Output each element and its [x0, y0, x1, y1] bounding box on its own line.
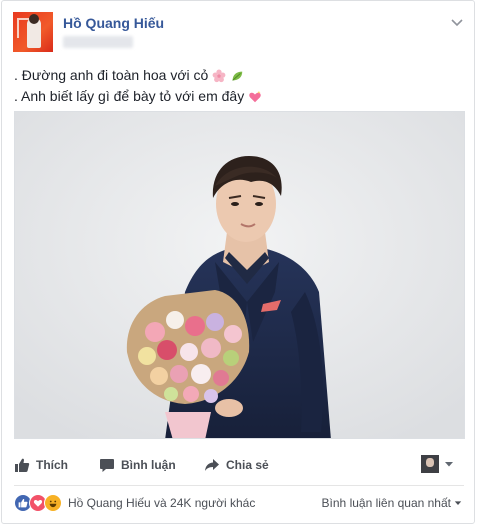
- post-actions: Thích Bình luận Chia sẻ: [14, 453, 466, 479]
- caret-down-icon: [454, 501, 462, 505]
- chevron-down-icon[interactable]: [449, 14, 465, 30]
- post-photo[interactable]: [14, 111, 465, 439]
- post-as-selector[interactable]: [421, 455, 454, 473]
- post-timestamp[interactable]: [63, 36, 133, 48]
- avatar-head: [29, 14, 39, 24]
- divider: [14, 485, 464, 486]
- haha-reaction-icon: [44, 494, 62, 512]
- share-arrow-icon: [205, 459, 219, 471]
- post-line-1: . Đường anh đi toàn hoa với cỏ: [14, 65, 464, 86]
- share-label: Chia sẻ: [226, 458, 269, 472]
- author-name[interactable]: Hồ Quang Hiếu: [63, 15, 164, 31]
- sparkling-heart-icon: [249, 90, 261, 102]
- reaction-summary[interactable]: Hồ Quang Hiếu và 24K người khác: [68, 496, 255, 510]
- share-button[interactable]: Chia sẻ: [204, 457, 269, 473]
- leaves-icon: [232, 71, 243, 81]
- comment-button[interactable]: Bình luận: [99, 457, 176, 473]
- post-line-text: . Đường anh đi toàn hoa với cỏ: [14, 67, 209, 83]
- caret-down-icon: [445, 462, 453, 467]
- cherry-blossom-icon: [212, 69, 226, 82]
- post-line-text: . Anh biết lấy gì để bày tỏ với em đây: [14, 88, 245, 104]
- post-message: . Đường anh đi toàn hoa với cỏ . Anh biế…: [14, 65, 464, 107]
- author-avatar[interactable]: [13, 12, 53, 52]
- post-header: Hồ Quang Hiếu: [13, 12, 467, 56]
- thumbs-up-icon: [15, 458, 30, 472]
- comment-sort-label: Bình luận liên quan nhất: [321, 496, 451, 510]
- reaction-icons[interactable]: [14, 494, 62, 512]
- comment-label: Bình luận: [121, 458, 176, 472]
- reactions-bar: Hồ Quang Hiếu và 24K người khác Bình luậ…: [14, 492, 466, 514]
- comment-sort-dropdown[interactable]: Bình luận liên quan nhất: [322, 496, 462, 510]
- comment-icon: [100, 459, 114, 472]
- photo-illustration: [15, 112, 464, 438]
- post-line-2: . Anh biết lấy gì để bày tỏ với em đây: [14, 86, 464, 107]
- post-card: Hồ Quang Hiếu . Đường anh đi toàn hoa vớ…: [1, 0, 475, 524]
- like-button[interactable]: Thích: [14, 457, 68, 473]
- like-label: Thích: [36, 458, 68, 472]
- viewer-avatar: [421, 455, 439, 473]
